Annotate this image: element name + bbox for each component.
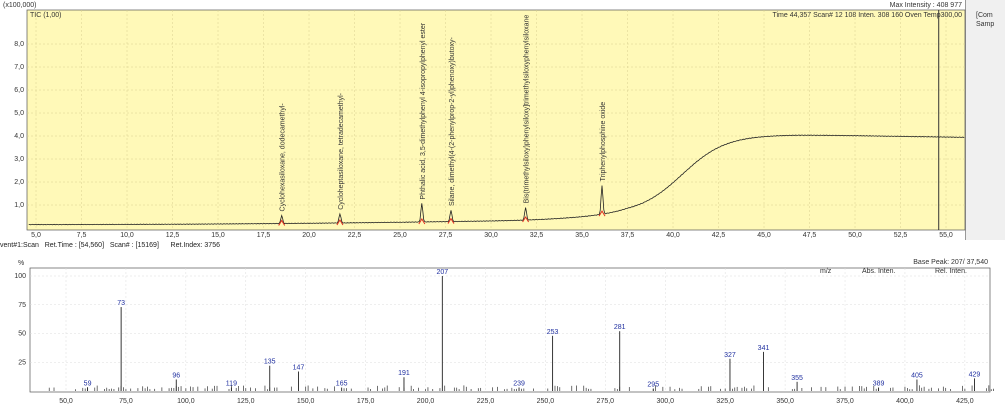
ms-peak-label: 341 (758, 345, 770, 352)
ms-peak-label: 429 (969, 371, 981, 378)
ms-peak-label: 355 (791, 375, 803, 382)
ms-peak-label: 389 (873, 381, 885, 388)
col-abs: Abs. Inten. (862, 268, 896, 275)
ms-peak-label: 165 (336, 381, 348, 388)
ms-x-tick: 375,0 (836, 398, 854, 405)
y-tick-label: 4,0 (14, 133, 24, 140)
ms-y-tick: 75 (18, 302, 26, 309)
tic-title: TIC (1,00) (30, 12, 62, 19)
x-tick-label: 47,5 (803, 232, 817, 239)
ms-x-tick: 75,0 (119, 398, 133, 405)
ms-x-tick: 400,0 (896, 398, 914, 405)
base-peak: Base Peak: 207/ 37,540 (913, 259, 988, 266)
peak-label: Cyclohexasiloxane, dodecamethyl- (280, 103, 287, 212)
ms-peak-label: 119 (226, 381, 237, 388)
y-tick-label: 7,0 (14, 64, 24, 71)
x-tick-label: 50,0 (848, 232, 862, 239)
x-tick-label: 17,5 (257, 232, 271, 239)
ms-peak-label: 253 (547, 329, 559, 336)
ms-peak-label: 73 (117, 300, 125, 307)
ms-x-tick: 250,0 (537, 398, 555, 405)
x-tick-label: 45,0 (757, 232, 771, 239)
x-tick-label: 20,0 (302, 232, 316, 239)
y-tick-label: 3,0 (14, 156, 24, 163)
ms-y-label: % (18, 260, 24, 267)
x-tick-label: 52,5 (894, 232, 908, 239)
ms-x-tick: 350,0 (776, 398, 794, 405)
ms-peak-label: 147 (293, 364, 305, 371)
x-tick-label: 40,0 (666, 232, 680, 239)
x-tick-label: 7,5 (77, 232, 87, 239)
peak-label: Triphenylphosphine oxide (600, 102, 607, 182)
x-tick-label: 42,5 (712, 232, 726, 239)
x-tick-label: 32,5 (530, 232, 544, 239)
y-tick-label: 1,0 (14, 202, 24, 209)
x-tick-label: 25,0 (393, 232, 407, 239)
ms-x-tick: 175,0 (357, 398, 375, 405)
ms-peak-label: 295 (647, 382, 659, 389)
y-tick-label: 8,0 (14, 41, 24, 48)
max-intensity: Max Intensity : 408 977 (890, 2, 962, 9)
x-tick-label: 15,0 (211, 232, 225, 239)
tic-plot-area[interactable] (26, 9, 966, 231)
y-tick-label: 6,0 (14, 87, 24, 94)
x-tick-label: 5,0 (31, 232, 41, 239)
ms-peak-label: 59 (84, 381, 92, 388)
ms-x-tick: 150,0 (297, 398, 315, 405)
ms-y-tick: 25 (18, 359, 26, 366)
ms-peak-label: 405 (911, 373, 923, 380)
x-tick-label: 10,0 (120, 232, 134, 239)
ms-x-tick: 425,0 (956, 398, 974, 405)
chart-canvas: (x100,000) TIC (1,00) Max Intensity : 40… (3, 2, 994, 405)
x-tick-label: 30,0 (484, 232, 498, 239)
x-tick-label: 12,5 (166, 232, 180, 239)
y-tick-label: 2,0 (14, 179, 24, 186)
ms-x-tick: 225,0 (477, 398, 495, 405)
peak-label: Silane, dimethyl(4-(2-phenylprop-2-yl)ph… (449, 37, 456, 207)
ms-peak-label: 239 (513, 381, 525, 388)
ms-x-tick: 275,0 (597, 398, 615, 405)
ms-x-tick: 300,0 (656, 398, 674, 405)
x-tick-label: 27,5 (439, 232, 453, 239)
ms-x-tick: 125,0 (237, 398, 255, 405)
ms-peak-label: 207 (436, 269, 448, 276)
ms-peak-label: 96 (172, 373, 180, 380)
tic-scale: (x100,000) (3, 2, 36, 9)
tic-status: Time 44,357 Scan# 12 108 Inten. 308 160 … (772, 12, 962, 19)
x-tick-label: 37,5 (621, 232, 635, 239)
ms-x-tick: 100,0 (177, 398, 195, 405)
ms-peak-label: 135 (264, 359, 276, 366)
ms-y-tick: 100 (14, 273, 26, 280)
peak-label: Bis(trimethylsiloxy)phenylsiloxy]trimeth… (524, 15, 531, 204)
ms-y-tick: 50 (18, 331, 26, 338)
x-tick-label: 55,0 (939, 232, 953, 239)
peak-label: Cycloheptasiloxane, tetradecamethyl- (338, 92, 345, 209)
ms-peak-label: 281 (614, 324, 626, 331)
ms-x-tick: 200,0 (417, 398, 435, 405)
ms-x-tick: 325,0 (716, 398, 734, 405)
ms-peak-label: 327 (724, 352, 736, 359)
ms-x-tick: 50,0 (59, 398, 73, 405)
ms-peak-label: 191 (398, 370, 410, 377)
col-mz: m/z (820, 268, 832, 275)
col-rel: Rel. Inten. (935, 268, 967, 275)
x-tick-label: 35,0 (575, 232, 589, 239)
y-tick-label: 5,0 (14, 110, 24, 117)
peak-label: Phthalic acid, 3,5-dimethylphenyl 4-isop… (420, 22, 427, 199)
x-tick-label: 22,5 (348, 232, 362, 239)
